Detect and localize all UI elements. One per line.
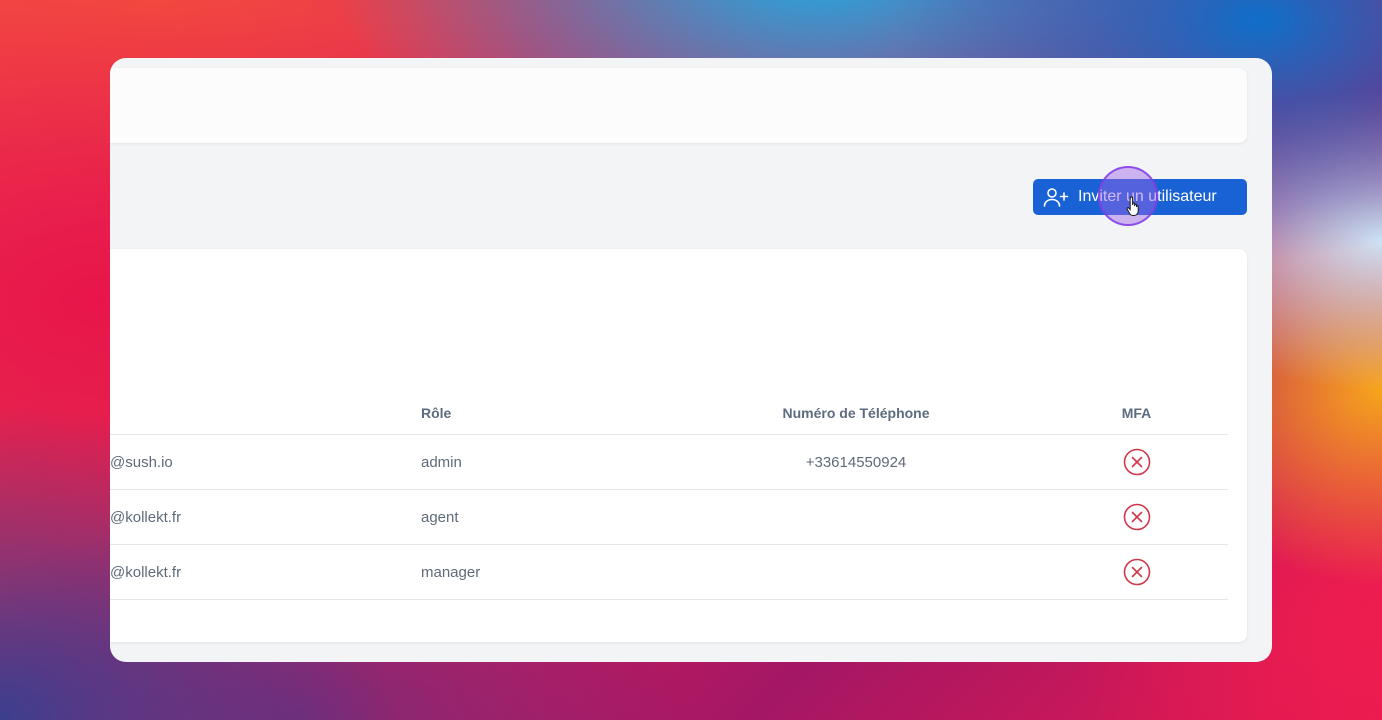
user-email: @kollekt.fr <box>110 489 421 545</box>
column-header-mfa: MFA <box>1045 392 1228 435</box>
column-header-email <box>110 392 421 435</box>
user-mfa-status <box>1045 434 1228 490</box>
user-mfa-status <box>1045 489 1228 545</box>
x-circle-icon <box>1123 558 1150 586</box>
x-circle-icon <box>1123 503 1150 531</box>
app-window: Inviter un utilisateur Rôle Numéro de Té… <box>110 58 1272 662</box>
user-phone <box>667 489 1045 545</box>
user-plus-icon <box>1043 186 1069 208</box>
table-row[interactable]: @sush.io admin +33614550924 <box>110 434 1228 490</box>
user-role: admin <box>421 434 667 490</box>
column-header-phone: Numéro de Téléphone <box>667 392 1045 435</box>
invite-user-button[interactable]: Inviter un utilisateur <box>1033 179 1247 215</box>
users-table-card: Rôle Numéro de Téléphone MFA @sush.io ad… <box>110 249 1247 642</box>
x-circle-icon <box>1123 448 1150 476</box>
user-role: manager <box>421 544 667 600</box>
header-card <box>110 68 1247 143</box>
user-email: @sush.io <box>110 434 421 490</box>
table-row[interactable]: @kollekt.fr agent <box>110 489 1228 545</box>
user-mfa-status <box>1045 544 1228 600</box>
user-phone <box>667 544 1045 600</box>
users-table: Rôle Numéro de Téléphone MFA @sush.io ad… <box>110 392 1228 600</box>
table-header-row: Rôle Numéro de Téléphone MFA <box>110 392 1228 435</box>
user-email: @kollekt.fr <box>110 544 421 600</box>
user-role: agent <box>421 489 667 545</box>
user-phone: +33614550924 <box>667 434 1045 490</box>
invite-user-label: Inviter un utilisateur <box>1078 188 1217 205</box>
column-header-role: Rôle <box>421 392 667 435</box>
table-row[interactable]: @kollekt.fr manager <box>110 544 1228 600</box>
